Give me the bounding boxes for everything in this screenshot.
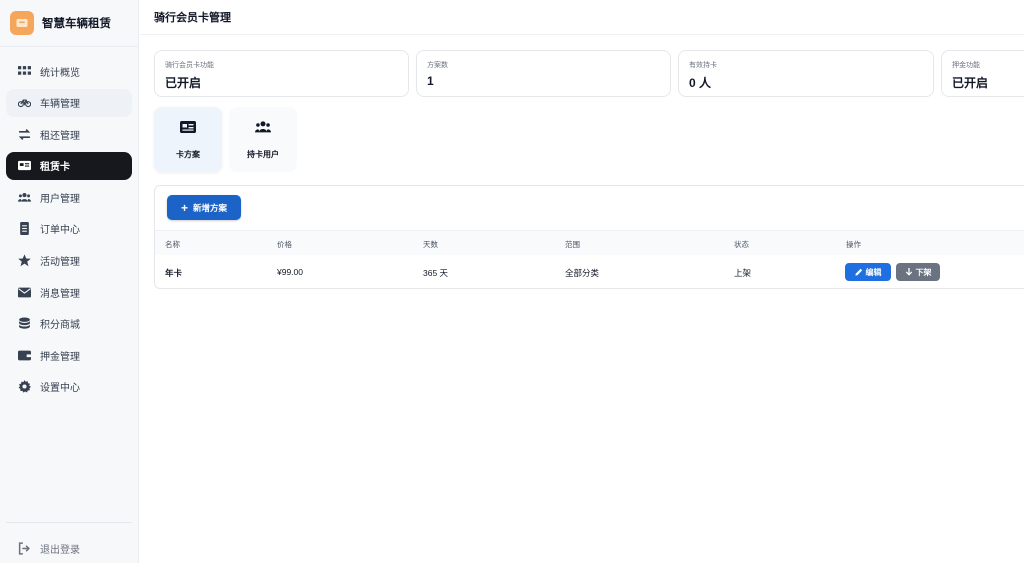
cell-days: 365 天 xyxy=(423,268,449,278)
users-icon xyxy=(16,189,32,205)
cell-status: 上架 xyxy=(734,268,752,278)
sidebar-item-users[interactable]: 用户管理 xyxy=(6,183,132,211)
sidebar-item-cards[interactable]: 租赁卡 xyxy=(6,151,132,180)
table-header: 名称 价格 天数 范围 状态 操作 xyxy=(155,230,1024,255)
sidebar-item-vehicles[interactable]: 车辆管理 xyxy=(6,88,132,117)
column-header-status: 状态 xyxy=(734,240,749,249)
tab-label: 持卡用户 xyxy=(247,149,279,159)
sidebar-item-label: 用户管理 xyxy=(40,193,80,205)
stat-card-deposit-function: 押金功能 已开启 xyxy=(941,50,1024,97)
offshelf-button[interactable]: 下架 xyxy=(896,263,940,281)
edit-label: 编辑 xyxy=(865,267,882,277)
grid-icon xyxy=(16,63,32,79)
pencil-icon xyxy=(854,268,862,276)
stat-card-member-function: 骑行会员卡功能 已开启 xyxy=(154,50,409,97)
tab-card-plans[interactable]: 卡方案 xyxy=(154,107,222,172)
sidebar-item-messages[interactable]: 消息管理 xyxy=(6,278,132,306)
users-icon xyxy=(255,120,271,139)
sidebar-item-activities[interactable]: 活动管理 xyxy=(6,247,132,275)
envelope-icon xyxy=(16,284,32,300)
cell-name: 年卡 xyxy=(165,268,183,278)
stat-value: 0 人 xyxy=(689,76,712,90)
sidebar-item-label: 统计概览 xyxy=(40,67,80,79)
tab-card-holders[interactable]: 持卡用户 xyxy=(229,107,297,172)
stat-label: 押金功能 xyxy=(952,62,980,69)
cell-price: ¥99.00 xyxy=(277,267,303,277)
star-icon xyxy=(16,253,32,269)
add-plan-button[interactable]: + 新增方案 xyxy=(167,195,241,220)
stat-value: 已开启 xyxy=(165,76,202,90)
column-header-price: 价格 xyxy=(277,240,292,249)
app-name: 智慧车辆租赁 xyxy=(42,18,111,30)
edit-button[interactable]: 编辑 xyxy=(845,263,891,281)
receipt-icon xyxy=(16,221,32,237)
sidebar-item-orders[interactable]: 订单中心 xyxy=(6,215,132,243)
stat-card-active-holders: 有效持卡 0 人 xyxy=(678,50,934,97)
bicycle-icon xyxy=(16,95,32,111)
sidebar-item-points-mall[interactable]: 积分商城 xyxy=(6,310,132,338)
id-card-icon xyxy=(16,158,32,174)
sidebar-item-deposit[interactable]: 押金管理 xyxy=(6,341,132,369)
stat-card-plan-count: 方案数 1 xyxy=(416,50,671,97)
logo-icon xyxy=(10,11,34,35)
sidebar-item-label: 积分商城 xyxy=(40,320,80,332)
tab-label: 卡方案 xyxy=(176,149,200,159)
plans-panel: + 新增方案 名称 价格 天数 范围 状态 操作 年卡 ¥99.00 365 天… xyxy=(154,185,1024,289)
stat-label: 有效持卡 xyxy=(689,62,717,69)
id-card-icon xyxy=(180,120,196,139)
sidebar-item-label: 设置中心 xyxy=(40,383,80,395)
logout-button[interactable]: 退出登录 xyxy=(6,534,132,562)
page-header: 骑行会员卡管理 xyxy=(140,0,1024,35)
stat-value: 已开启 xyxy=(952,76,989,90)
sidebar-item-label: 租还管理 xyxy=(40,130,80,142)
offshelf-label: 下架 xyxy=(915,267,932,277)
logout-icon xyxy=(16,540,32,556)
gear-icon xyxy=(16,379,32,395)
page-title: 骑行会员卡管理 xyxy=(154,12,231,24)
stat-label: 骑行会员卡功能 xyxy=(165,62,214,69)
sidebar-item-dashboard[interactable]: 统计概览 xyxy=(6,57,132,85)
sidebar-item-label: 消息管理 xyxy=(40,288,80,300)
sidebar-item-label: 订单中心 xyxy=(40,225,80,237)
sidebar-item-label: 活动管理 xyxy=(40,257,80,269)
stat-value: 1 xyxy=(427,74,434,88)
sidebar-item-settings[interactable]: 设置中心 xyxy=(6,373,132,401)
wallet-icon xyxy=(16,347,32,363)
plus-icon: + xyxy=(180,200,188,215)
cell-scope: 全部分类 xyxy=(565,268,600,278)
brand: 智慧车辆租赁 xyxy=(0,0,138,47)
table-row: 年卡 ¥99.00 365 天 全部分类 上架 编辑 下架 xyxy=(155,255,1024,289)
logout-section: 退出登录 xyxy=(6,534,132,563)
column-header-scope: 范围 xyxy=(565,240,580,249)
column-header-days: 天数 xyxy=(423,240,438,249)
sidebar-item-label: 租赁卡 xyxy=(40,162,70,174)
column-header-actions: 操作 xyxy=(846,240,861,249)
logout-label: 退出登录 xyxy=(40,544,80,556)
sidebar: 智慧车辆租赁 统计概览 车辆管理 租还管理 租赁卡 用户管理 订单中心 活动管理… xyxy=(0,0,139,563)
add-plan-label: 新增方案 xyxy=(193,202,228,213)
sidebar-nav: 统计概览 车辆管理 租还管理 租赁卡 用户管理 订单中心 活动管理 消息管理 积… xyxy=(6,57,132,405)
column-header-name: 名称 xyxy=(165,240,180,249)
sidebar-item-rental[interactable]: 租还管理 xyxy=(6,120,132,148)
sidebar-divider xyxy=(6,522,132,523)
sidebar-item-label: 押金管理 xyxy=(40,351,80,363)
exchange-icon xyxy=(16,126,32,142)
coins-icon xyxy=(16,316,32,332)
sidebar-item-label: 车辆管理 xyxy=(40,99,80,111)
stat-label: 方案数 xyxy=(427,62,448,69)
arrow-down-icon xyxy=(905,268,912,276)
